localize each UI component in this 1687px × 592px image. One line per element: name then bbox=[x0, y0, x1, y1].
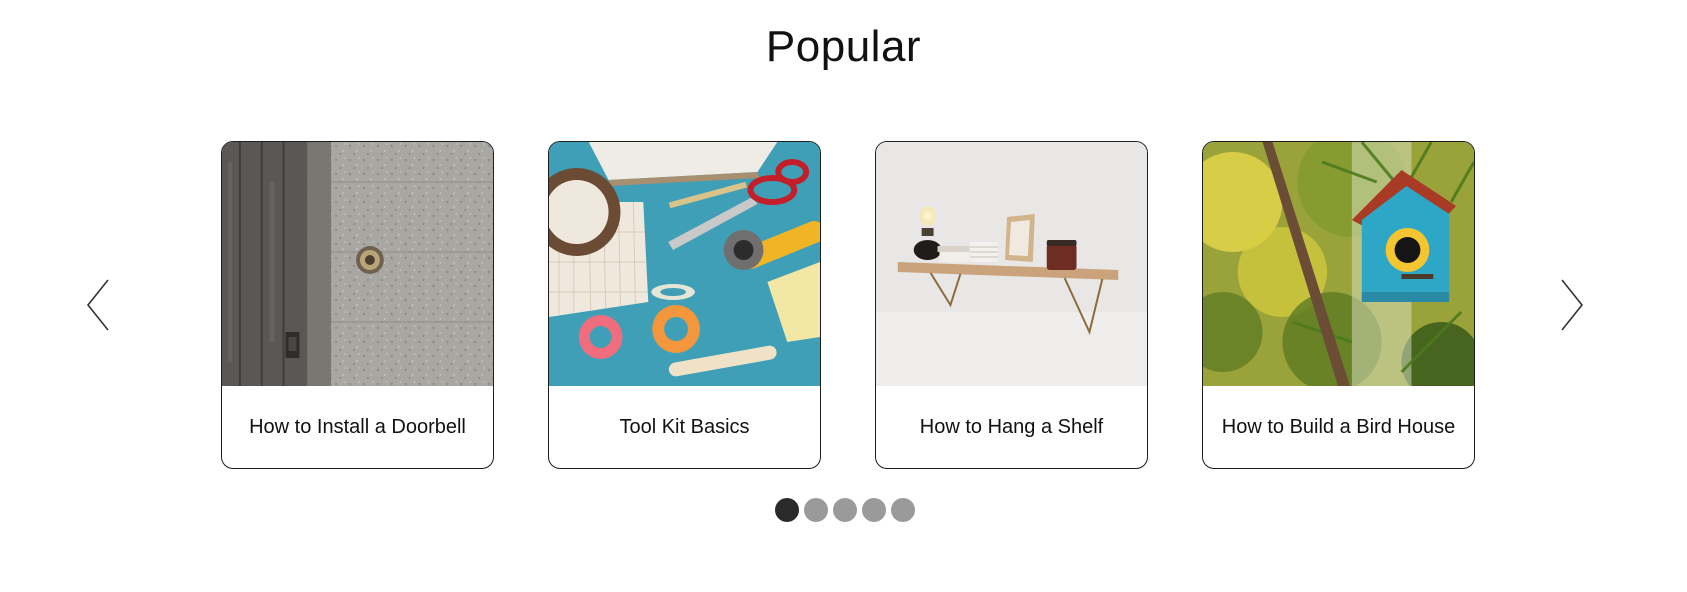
card-build-bird-house[interactable]: How to Build a Bird House bbox=[1202, 141, 1475, 469]
card-label: How to Install a Doorbell bbox=[249, 415, 466, 438]
carousel-track: How to Install a Doorbell Tool Kit Basic… bbox=[221, 141, 1475, 469]
card-label: Tool Kit Basics bbox=[619, 415, 750, 438]
carousel-next-button[interactable] bbox=[1556, 278, 1586, 332]
card-hang-shelf[interactable]: How to Hang a Shelf bbox=[875, 141, 1148, 469]
popular-section: Popular How to Install a Doorbell Tool K… bbox=[0, 0, 1687, 592]
carousel-pagination bbox=[0, 498, 1687, 522]
tool-kit-photo bbox=[549, 142, 820, 386]
shelf-photo bbox=[876, 142, 1147, 386]
pagination-dot-3[interactable] bbox=[832, 498, 857, 522]
section-title: Popular bbox=[765, 22, 922, 71]
pagination-dot-4[interactable] bbox=[861, 498, 886, 522]
doorbell-photo bbox=[222, 142, 493, 386]
bird-house-photo bbox=[1203, 142, 1474, 386]
card-label: How to Hang a Shelf bbox=[919, 415, 1104, 438]
carousel-prev-button[interactable] bbox=[84, 278, 114, 332]
card-tool-kit-basics[interactable]: Tool Kit Basics bbox=[548, 141, 821, 469]
chevron-right-icon bbox=[1561, 279, 1584, 331]
card-label: How to Build a Bird House bbox=[1221, 415, 1456, 438]
pagination-dot-5[interactable] bbox=[890, 498, 915, 522]
chevron-left-icon bbox=[86, 279, 109, 331]
card-install-doorbell[interactable]: How to Install a Doorbell bbox=[221, 141, 494, 469]
pagination-dot-2[interactable] bbox=[803, 498, 828, 522]
pagination-dot-1[interactable] bbox=[774, 498, 799, 522]
